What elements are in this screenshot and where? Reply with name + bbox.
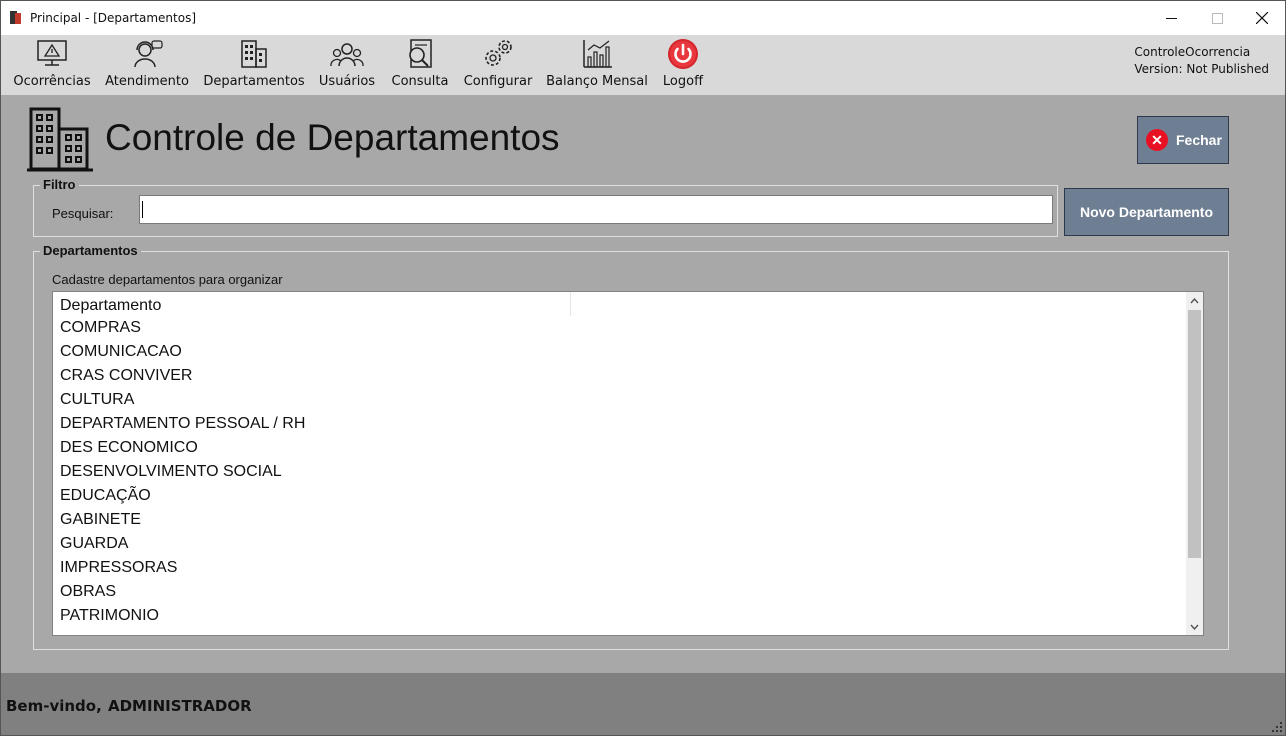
page-title: Controle de Departamentos [105, 117, 560, 158]
fechar-label: Fechar [1176, 132, 1222, 148]
close-icon: ✕ [1146, 129, 1168, 151]
monitor-alert-icon [37, 40, 67, 66]
toolbar-label: Consulta [391, 74, 449, 89]
vertical-scrollbar[interactable] [1186, 292, 1203, 635]
main-content: Controle de Departamentos ✕ Fechar Filtr… [1, 95, 1285, 672]
scroll-down-icon[interactable] [1186, 618, 1203, 635]
resize-grip-icon[interactable] [1272, 722, 1282, 732]
toolbar-departamentos[interactable]: Departamentos [203, 38, 305, 92]
toolbar-label: Logoff [662, 74, 704, 89]
toolbar-ocorrencias[interactable]: Ocorrências [13, 38, 91, 92]
minimize-button[interactable] [1148, 1, 1194, 35]
list-header: Departamento [53, 292, 1186, 316]
toolbar-logoff[interactable]: Logoff [661, 38, 705, 92]
version-info: ControleOcorrencia Version: Not Publishe… [1134, 44, 1269, 78]
user-name: ADMINISTRADOR [108, 697, 252, 715]
app-icon [10, 11, 21, 24]
departments-group: Departamentos Cadastre departamentos par… [33, 243, 1229, 650]
toolbar-label: Configurar [463, 74, 533, 89]
app-name: ControleOcorrencia [1134, 45, 1251, 59]
departments-list[interactable]: Departamento COMPRAS COMUNICACAO CRAS CO… [52, 291, 1204, 636]
text-caret [142, 201, 143, 218]
main-toolbar: Ocorrências Atendimento Departamentos Us… [1, 35, 1285, 95]
toolbar-label: Departamentos [203, 74, 305, 89]
toolbar-usuarios[interactable]: Usuários [319, 38, 375, 92]
toolbar-label: Balanço Mensal [546, 74, 648, 89]
close-icon [1256, 12, 1268, 24]
toolbar-balanco-mensal[interactable]: Balanço Mensal [546, 38, 648, 92]
list-item[interactable]: DESENVOLVIMENTO SOCIAL [53, 460, 1186, 484]
list-rows: COMPRAS COMUNICACAO CRAS CONVIVER CULTUR… [53, 316, 1186, 628]
list-item[interactable]: OBRAS [53, 580, 1186, 604]
list-item[interactable]: DES ECONOMICO [53, 436, 1186, 460]
toolbar-label: Atendimento [105, 74, 189, 89]
gears-icon [485, 40, 512, 66]
version-text: Version: Not Published [1134, 62, 1269, 76]
filter-group: Filtro Pesquisar: [33, 177, 1058, 237]
list-item[interactable]: COMPRAS [53, 316, 1186, 340]
toolbar-atendimento[interactable]: Atendimento [105, 38, 189, 92]
departments-legend: Departamentos [40, 243, 141, 258]
main-window: Principal - [Departamentos] Ocorrências [0, 0, 1286, 736]
toolbar-configurar[interactable]: Configurar [463, 38, 533, 92]
departments-hint: Cadastre departamentos para organizar [52, 272, 283, 287]
filter-legend: Filtro [40, 177, 79, 192]
toolbar-consulta[interactable]: Consulta [391, 38, 449, 92]
bar-chart-icon [583, 40, 612, 68]
list-item[interactable]: DEPARTAMENTO PESSOAL / RH [53, 412, 1186, 436]
minimize-icon [1165, 17, 1177, 19]
list-item[interactable]: EDUCAÇÃO [53, 484, 1186, 508]
scroll-up-icon[interactable] [1186, 292, 1203, 309]
power-icon [668, 39, 698, 69]
toolbar-label: Usuários [318, 74, 376, 89]
toolbar-label: Ocorrências [13, 74, 91, 89]
status-bar: Bem-vindo, ADMINISTRADOR [1, 673, 1285, 735]
list-item[interactable]: IMPRESSORAS [53, 556, 1186, 580]
list-item[interactable]: GUARDA [53, 532, 1186, 556]
fechar-button[interactable]: ✕ Fechar [1137, 116, 1229, 164]
column-separator[interactable] [570, 292, 571, 316]
search-document-icon [409, 39, 432, 68]
window-close-button[interactable] [1239, 1, 1285, 35]
building-icon [241, 40, 267, 68]
search-input[interactable] [139, 195, 1053, 224]
new-department-button[interactable]: Novo Departamento [1064, 188, 1229, 236]
search-label: Pesquisar: [52, 206, 114, 221]
list-item[interactable]: GABINETE [53, 508, 1186, 532]
maximize-button[interactable] [1194, 1, 1240, 35]
list-item[interactable]: CRAS CONVIVER [53, 364, 1186, 388]
window-title: Principal - [Departamentos] [30, 11, 197, 25]
users-group-icon [330, 43, 364, 67]
building-icon [27, 107, 93, 172]
title-bar: Principal - [Departamentos] [1, 1, 1285, 35]
maximize-icon [1211, 12, 1223, 24]
welcome-text: Bem-vindo, [6, 697, 102, 715]
list-item[interactable]: PATRIMONIO [53, 604, 1186, 628]
scrollbar-thumb[interactable] [1188, 310, 1201, 558]
list-item[interactable]: CULTURA [53, 388, 1186, 412]
column-header-departamento[interactable]: Departamento [60, 297, 161, 315]
list-item[interactable]: COMUNICACAO [53, 340, 1186, 364]
support-agent-icon [134, 40, 163, 68]
